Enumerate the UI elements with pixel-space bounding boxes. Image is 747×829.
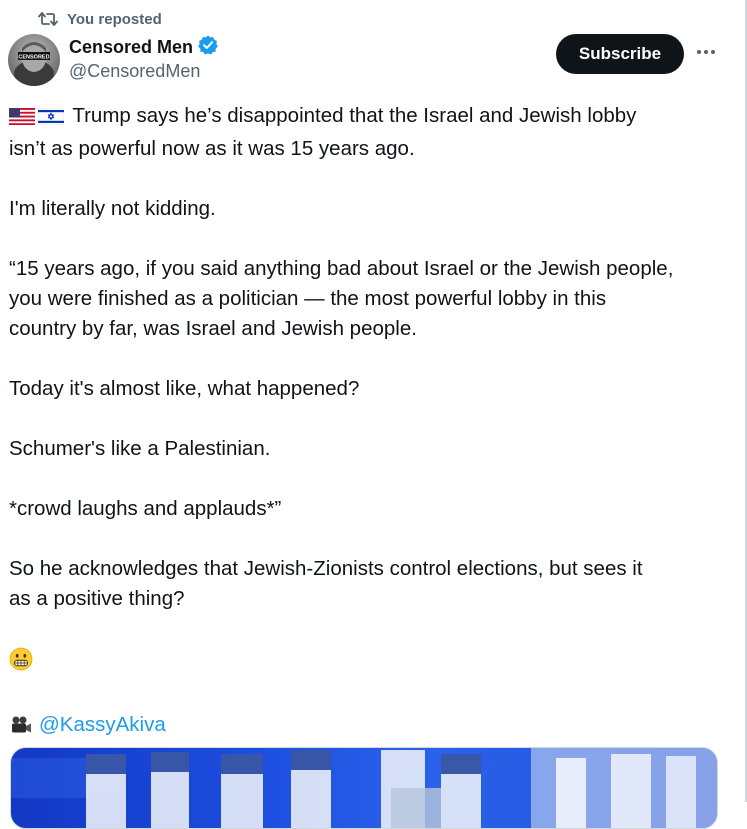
tweet-body: Trump says he’s disappointed that the Is…: [9, 101, 724, 744]
avatar[interactable]: CENSORED: [8, 34, 60, 86]
author-info: Censored Men @CensoredMen: [69, 35, 219, 83]
repost-indicator: You reposted: [38, 9, 162, 29]
tweet-text-line: Schumer's like a Palestinian.: [9, 437, 271, 460]
movie-camera-icon: [9, 714, 33, 744]
more-dots-icon[interactable]: [694, 40, 718, 64]
tweet-text-line: you were finished as a politician — the …: [9, 287, 607, 310]
tweet-text-line: I'm literally not kidding.: [9, 197, 216, 220]
tweet-text-line: *crowd laughs and applauds*”: [9, 497, 282, 520]
subscribe-button[interactable]: Subscribe: [556, 34, 684, 74]
verified-badge-icon: [197, 34, 219, 61]
credit-line: @KassyAkiva: [9, 710, 724, 744]
emoji-line: [9, 644, 724, 680]
tweet-text-line: country by far, was Israel and Jewish pe…: [9, 317, 417, 340]
avatar-label: CENSORED: [18, 55, 49, 61]
tweet-text-line: So he acknowledges that Jewish-Zionists …: [9, 557, 643, 580]
repost-icon: [38, 11, 58, 27]
tweet-media[interactable]: [10, 747, 718, 829]
tweet-text-line: Today it's almost like, what happened?: [9, 377, 360, 400]
repost-label: You reposted: [67, 10, 162, 28]
us-flag-icon: [9, 104, 35, 134]
tweet-text-line: Trump says he’s disappointed that the Is…: [72, 104, 637, 127]
tweet-line: Trump says he’s disappointed that the Is…: [9, 101, 724, 134]
author-name[interactable]: Censored Men: [69, 37, 193, 58]
tweet-text-line: isn’t as powerful now as it was 15 years…: [9, 137, 415, 160]
mention-link[interactable]: @KassyAkiva: [39, 713, 166, 736]
israel-flag-icon: [37, 104, 65, 134]
tweet-text-line: as a positive thing?: [9, 587, 185, 610]
grimacing-face-icon: [9, 647, 33, 680]
author-handle[interactable]: @CensoredMen: [69, 59, 219, 83]
tweet-text-line: “15 years ago, if you said anything bad …: [9, 257, 674, 280]
